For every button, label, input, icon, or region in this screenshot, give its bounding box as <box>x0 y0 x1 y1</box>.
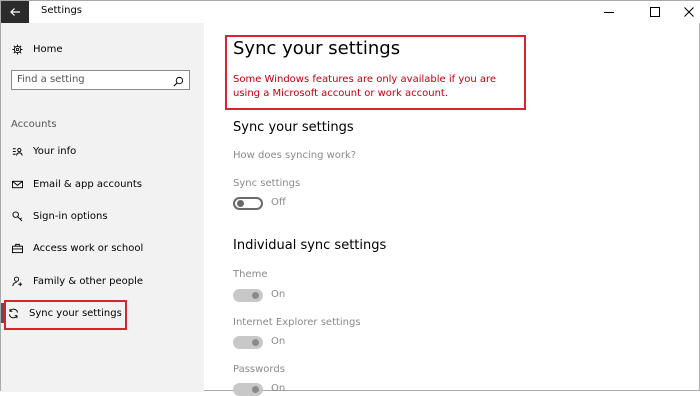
sidebar: Home Accounts Your info Email & app acco… <box>1 23 204 392</box>
sidebar-item-label: Family & other people <box>33 275 144 287</box>
person-add-icon <box>11 275 23 287</box>
sync-settings-label: Sync settings <box>233 178 301 189</box>
sidebar-item-your-info[interactable]: Your info <box>11 145 76 157</box>
close-button[interactable] <box>671 1 700 23</box>
sidebar-item-label: Home <box>33 43 63 55</box>
minimize-button[interactable] <box>591 1 627 23</box>
section-label-accounts: Accounts <box>11 119 57 130</box>
sidebar-item-work-school[interactable]: Access work or school <box>11 242 143 254</box>
passwords-label: Passwords <box>233 364 285 375</box>
contact-card-icon <box>11 145 23 157</box>
maximize-icon <box>650 7 660 17</box>
theme-state: On <box>271 289 286 300</box>
sidebar-item-email[interactable]: Email & app accounts <box>11 178 142 190</box>
toggle-knob <box>237 200 244 207</box>
warning-text: Some Windows features are only available… <box>233 74 497 99</box>
section-heading-sync: Sync your settings <box>233 120 354 135</box>
passwords-toggle[interactable] <box>233 383 263 396</box>
search-icon[interactable] <box>172 75 184 87</box>
key-icon <box>11 210 23 222</box>
envelope-icon <box>11 178 23 190</box>
ie-settings-toggle[interactable] <box>233 336 263 349</box>
search-input[interactable] <box>17 74 167 85</box>
highlight-box-sidebar <box>4 300 127 330</box>
ie-settings-label: Internet Explorer settings <box>233 317 361 328</box>
sidebar-item-home[interactable]: Home <box>11 43 63 55</box>
sidebar-item-label: Access work or school <box>33 242 144 254</box>
toggle-knob <box>252 386 259 393</box>
search-box[interactable] <box>11 70 190 90</box>
ie-settings-state: On <box>271 336 286 347</box>
sidebar-item-family[interactable]: Family & other people <box>11 275 143 287</box>
sidebar-item-sign-in[interactable]: Sign-in options <box>11 210 108 222</box>
toggle-knob <box>252 339 259 346</box>
section-heading-individual: Individual sync settings <box>233 238 387 253</box>
back-button[interactable] <box>1 1 29 23</box>
page-title: Sync your settings <box>233 38 401 59</box>
how-syncing-works-link[interactable]: How does syncing work? <box>233 150 356 161</box>
main-content: Sync your settings Some Windows features… <box>204 23 700 396</box>
gear-icon <box>11 43 23 55</box>
passwords-state: On <box>271 383 286 394</box>
sidebar-item-label: Email & app accounts <box>33 178 142 190</box>
theme-label: Theme <box>233 269 268 280</box>
close-icon <box>684 7 694 17</box>
theme-toggle[interactable] <box>233 289 263 302</box>
toggle-knob <box>252 292 259 299</box>
sidebar-item-label: Sign-in options <box>33 210 108 222</box>
sync-settings-state: Off <box>271 197 286 208</box>
maximize-button[interactable] <box>637 1 673 23</box>
arrow-left-icon <box>9 7 21 17</box>
sidebar-item-label: Your info <box>33 145 77 157</box>
sync-settings-toggle[interactable] <box>233 197 263 210</box>
window-title: Settings <box>41 5 83 16</box>
title-bar: Settings <box>1 1 700 23</box>
minimize-icon <box>604 7 614 17</box>
briefcase-icon <box>11 242 23 254</box>
